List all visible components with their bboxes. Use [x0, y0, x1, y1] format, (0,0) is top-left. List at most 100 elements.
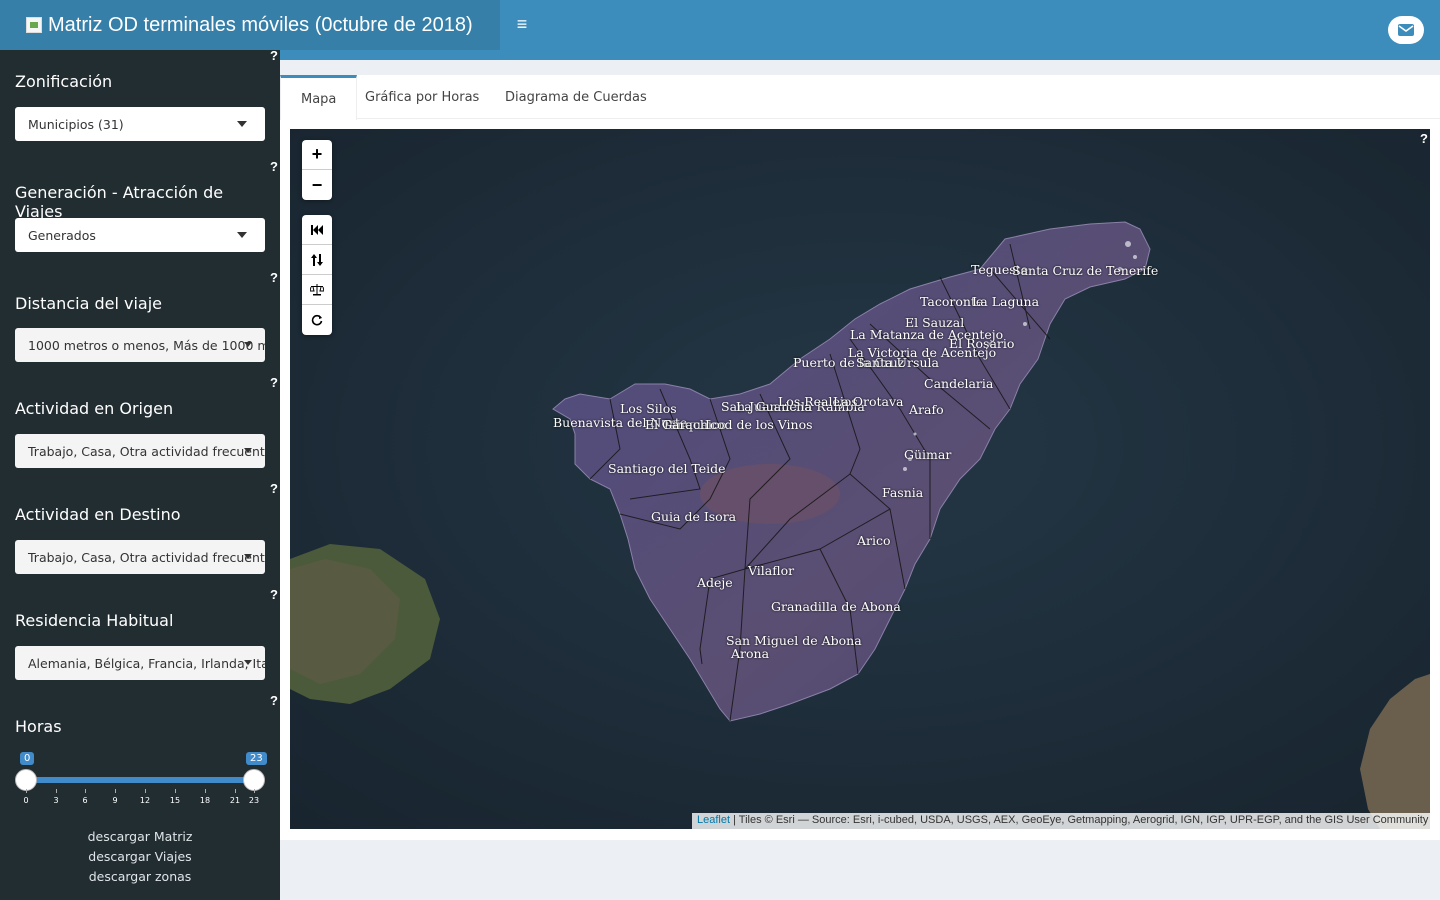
- sidebar: ? Zonificación Municipios (31) ? Generac…: [0, 48, 280, 900]
- app-title: Matriz OD terminales móviles (0ctubre de…: [0, 0, 500, 50]
- tab-bar: Mapa Gráfica por Horas Diagrama de Cuerd…: [280, 75, 1440, 120]
- generacion-select[interactable]: Generados: [15, 218, 265, 252]
- slider-tick-label: 23: [248, 796, 260, 805]
- help-icon[interactable]: ?: [270, 587, 278, 602]
- municipality-label[interactable]: Fasnia: [882, 485, 923, 500]
- map-help-icon[interactable]: ?: [1420, 131, 1428, 146]
- slider-tick-label: 15: [169, 796, 181, 805]
- caret-down-icon: [244, 554, 252, 559]
- filter-residencia: ? Residencia Habitual Alemania, Bélgica,…: [15, 587, 278, 680]
- actividad-destino-select[interactable]: Trabajo, Casa, Otra actividad frecuente: [15, 540, 265, 574]
- municipality-label[interactable]: Santa Cruz de Tenerife: [1012, 263, 1158, 278]
- tab-diagrama-cuerdas[interactable]: Diagrama de Cuerdas: [485, 75, 667, 119]
- filter-generacion: ? Generación - Atracción de Viajes Gener…: [15, 159, 278, 252]
- municipality-label[interactable]: Candelaria: [924, 376, 993, 391]
- slider-tick-mark: [85, 789, 86, 793]
- envelope-icon: [1398, 24, 1414, 36]
- filter-label: Zonificación: [15, 72, 113, 91]
- slider-tick-mark: [205, 789, 206, 793]
- select-value: Alemania, Bélgica, Francia, Irlanda, Ita…: [28, 655, 265, 671]
- top-navbar: [500, 0, 1440, 60]
- help-icon[interactable]: ?: [270, 481, 278, 496]
- help-icon[interactable]: ?: [270, 159, 278, 174]
- municipality-label[interactable]: Icod de los Vinos: [705, 417, 813, 432]
- filter-actividad-origen: ? Actividad en Origen Trabajo, Casa, Otr…: [15, 375, 278, 468]
- municipality-label[interactable]: Adeje: [697, 575, 733, 590]
- caret-down-icon: [237, 121, 247, 127]
- map-canvas[interactable]: Tegueste Santa Cruz de Tenerife Tacoronte L…: [290, 129, 1430, 829]
- slider-tick-label: 12: [139, 796, 151, 805]
- municipality-label[interactable]: Santa Úrsula: [856, 355, 939, 370]
- slider-tick-label: 21: [229, 796, 241, 805]
- select-value: Municipios (31): [28, 116, 124, 132]
- app-title-text: Matriz OD terminales móviles (0ctubre de…: [48, 13, 473, 36]
- municipality-label[interactable]: Arico: [857, 533, 891, 548]
- help-icon[interactable]: ?: [270, 48, 278, 63]
- municipality-label[interactable]: Arafo: [909, 402, 944, 417]
- slider-max-value: 23: [246, 752, 267, 765]
- filter-zonificacion: ? Zonificación Municipios (31): [15, 48, 278, 141]
- slider-track[interactable]: [26, 777, 254, 783]
- slider-tick-label: 0: [23, 796, 29, 805]
- municipality-label[interactable]: Vilaflor: [748, 563, 794, 578]
- actividad-origen-select[interactable]: Trabajo, Casa, Otra actividad frecuente: [15, 434, 265, 468]
- caret-down-icon: [244, 660, 252, 665]
- envelope-button[interactable]: [1388, 16, 1424, 44]
- municipality-label[interactable]: Arona: [731, 646, 769, 661]
- slider-tick-mark: [254, 789, 255, 793]
- download-matriz-link[interactable]: descargar Matriz: [0, 829, 280, 844]
- select-value: Trabajo, Casa, Otra actividad frecuente: [28, 549, 265, 565]
- slider-tick-label: 6: [82, 796, 88, 805]
- map-tools-control: [302, 215, 332, 335]
- municipality-label[interactable]: Granadilla de Abona: [771, 599, 901, 614]
- municipality-label[interactable]: La Laguna: [972, 294, 1039, 309]
- filter-label: Generación - Atracción de Viajes: [15, 183, 224, 221]
- balance-scale-icon[interactable]: [302, 275, 332, 305]
- filter-actividad-destino: ? Actividad en Destino Trabajo, Casa, Ot…: [15, 481, 278, 574]
- help-icon[interactable]: ?: [270, 270, 278, 285]
- slider-tick-mark: [26, 789, 27, 793]
- zonificacion-select[interactable]: Municipios (31): [15, 107, 265, 141]
- leaflet-link[interactable]: Leaflet: [697, 814, 730, 826]
- slider-tick-label: 9: [112, 796, 118, 805]
- refresh-icon[interactable]: [302, 305, 332, 335]
- sort-icon[interactable]: [302, 245, 332, 275]
- first-icon[interactable]: [302, 215, 332, 245]
- zoom-in-button[interactable]: +: [302, 140, 332, 170]
- map-attribution: Leaflet | Tiles © Esri — Source: Esri, i…: [692, 813, 1434, 829]
- slider-tick-mark: [115, 789, 116, 793]
- filter-label: Distancia del viaje: [15, 294, 162, 313]
- caret-down-icon: [244, 448, 252, 453]
- municipality-label[interactable]: La Orotava: [833, 394, 903, 409]
- help-icon[interactable]: ?: [270, 375, 278, 390]
- select-value: Generados: [28, 227, 96, 243]
- attribution-text: | Tiles © Esri — Source: Esri, i-cubed, …: [730, 814, 1429, 826]
- zoom-out-button[interactable]: −: [302, 170, 332, 200]
- slider-tick-mark: [56, 789, 57, 793]
- logo-image-icon: [26, 17, 42, 33]
- slider-max-handle[interactable]: [243, 769, 265, 791]
- download-zonas-link[interactable]: descargar zonas: [0, 869, 280, 884]
- hours-range-slider[interactable]: 0 23 0 3 6 9 12 15 18 21 23: [15, 750, 267, 810]
- filter-label: Horas: [15, 717, 62, 736]
- municipality-label[interactable]: Guia de Isora: [651, 509, 736, 524]
- tab-grafica-horas[interactable]: Gráfica por Horas: [345, 75, 499, 119]
- help-icon[interactable]: ?: [270, 693, 278, 708]
- slider-tick-label: 3: [53, 796, 59, 805]
- filter-label: Residencia Habitual: [15, 611, 174, 630]
- municipality-label[interactable]: Güimar: [904, 447, 951, 462]
- caret-down-icon: [244, 342, 252, 347]
- sidebar-toggle-icon[interactable]: ≡: [512, 14, 532, 36]
- slider-min-handle[interactable]: [15, 769, 37, 791]
- filter-horas: ? Horas: [15, 693, 278, 736]
- slider-tick-mark: [235, 789, 236, 793]
- filter-label: Actividad en Destino: [15, 505, 181, 524]
- municipality-label[interactable]: Los Silos: [620, 401, 677, 416]
- filter-label: Actividad en Origen: [15, 399, 174, 418]
- download-viajes-link[interactable]: descargar Viajes: [0, 849, 280, 864]
- slider-min-value: 0: [20, 752, 35, 765]
- municipality-label[interactable]: Santiago del Teide: [608, 461, 726, 476]
- distancia-select[interactable]: 1000 metros o menos, Más de 1000 metros: [15, 328, 265, 362]
- residencia-select[interactable]: Alemania, Bélgica, Francia, Irlanda, Ita…: [15, 646, 265, 680]
- slider-tick-label: 18: [199, 796, 211, 805]
